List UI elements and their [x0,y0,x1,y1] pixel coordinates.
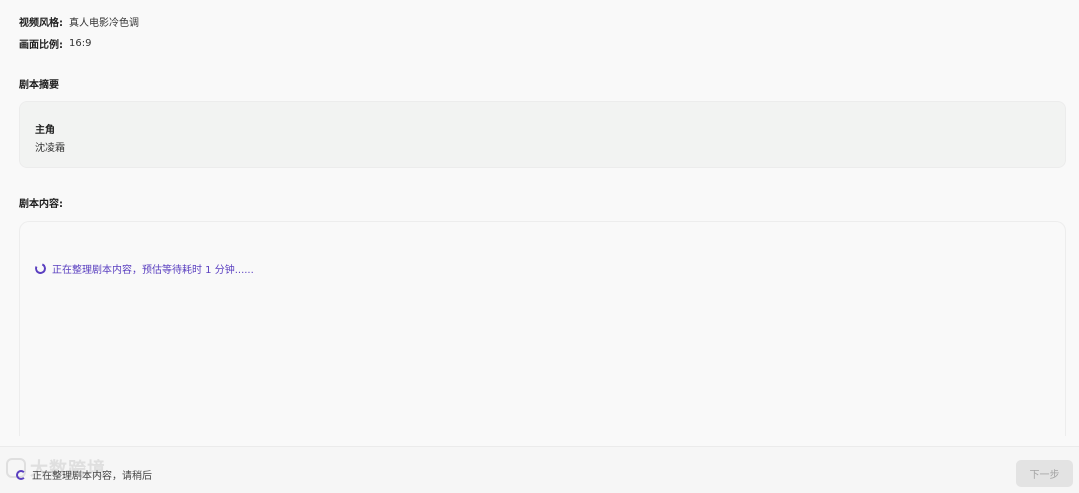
script-review-page: 视频风格: 真人电影冷色调 画面比例: 16:9 剧本摘要 主角 沈凌霜 剧本内… [0,0,1079,493]
summary-title: 剧本摘要 [19,80,59,91]
spinner-icon [16,469,26,480]
video-style-value: 真人电影冷色调 [69,18,139,29]
summary-card: 主角 沈凌霜 [19,101,1066,168]
video-style-label: 视频风格: [19,18,63,29]
protagonist-value: 沈凌霜 [35,143,65,154]
aspect-ratio-value: 16:9 [69,38,92,49]
aspect-ratio-row: 画面比例: 16:9 [19,36,91,51]
footer-status-text: 正在整理剧本内容，请稍后 [32,471,152,482]
aspect-ratio-label: 画面比例: [19,40,63,51]
content-title: 剧本内容: [19,199,63,210]
video-style-row: 视频风格: 真人电影冷色调 [19,14,139,29]
spinner-icon [33,261,48,276]
footer-bar: 大数跨境 正在整理剧本内容，请稍后 下一步 [0,446,1079,493]
next-step-button[interactable]: 下一步 [1016,460,1073,487]
loading-text: 正在整理剧本内容，预估等待耗时 1 分钟...... [52,265,254,276]
script-content-panel: 正在整理剧本内容，预估等待耗时 1 分钟...... [19,221,1066,436]
protagonist-label: 主角 [35,125,55,136]
loading-indicator: 正在整理剧本内容，预估等待耗时 1 分钟...... [33,261,254,276]
footer-status: 正在整理剧本内容，请稍后 [16,467,152,482]
